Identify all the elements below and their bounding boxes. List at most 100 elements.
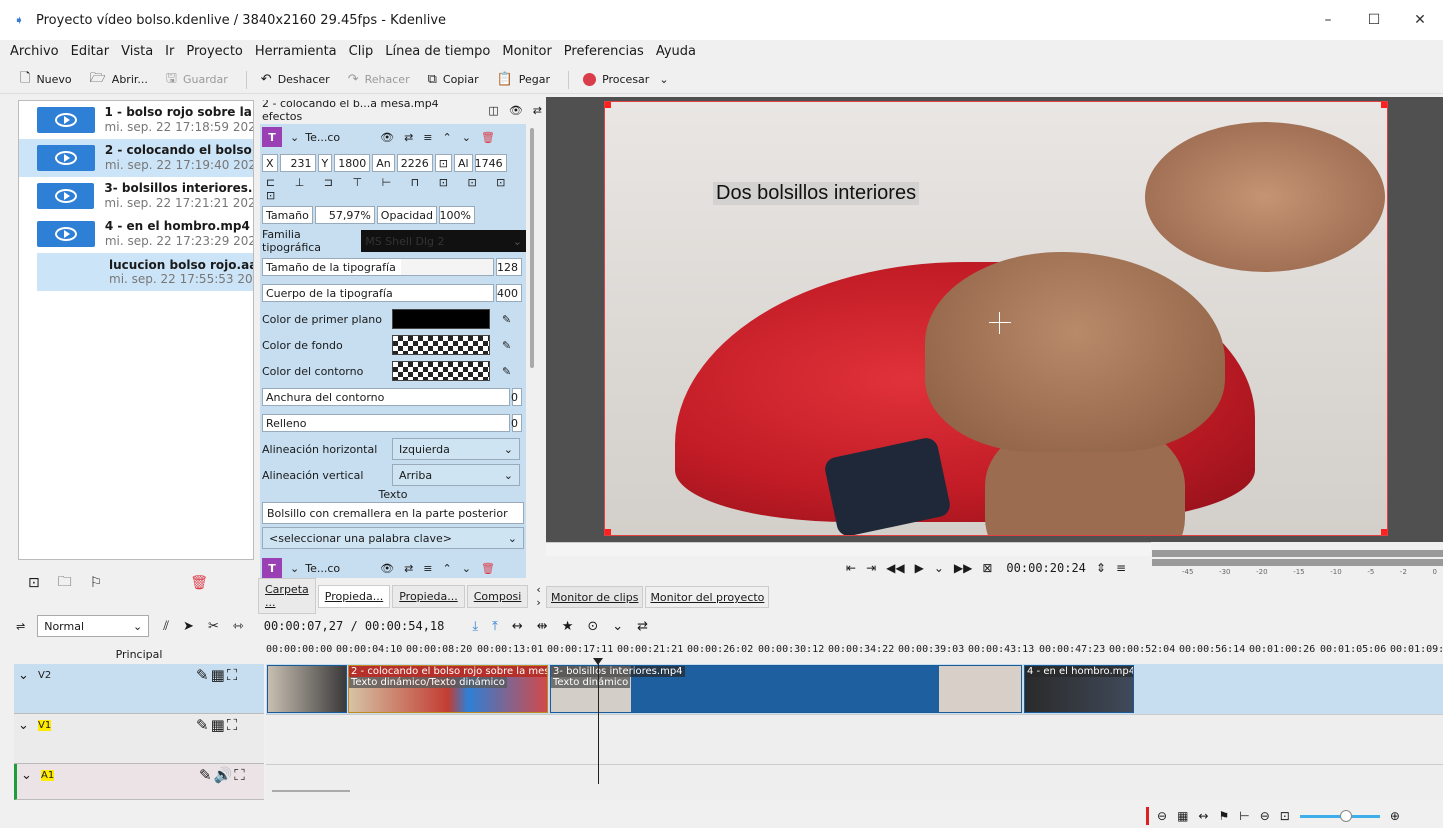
- menu-archivo[interactable]: Archivo: [10, 44, 59, 59]
- trash-icon[interactable]: 🗑: [481, 131, 495, 144]
- zone-out-icon[interactable]: ⇥: [866, 561, 876, 575]
- tab-clip-monitor[interactable]: Monitor de clips: [546, 586, 644, 608]
- save-button[interactable]: 🖫 Guardar: [166, 69, 228, 91]
- tab-propiedades-1[interactable]: Propieda...: [317, 584, 391, 608]
- insert-icon[interactable]: ⤓: [472, 619, 478, 634]
- resize-handle[interactable]: [1381, 529, 1387, 535]
- razor-tool-icon[interactable]: ✂: [208, 619, 219, 634]
- snap-icon[interactable]: ⊖: [1157, 809, 1167, 823]
- render-button[interactable]: Procesar ⌄: [583, 73, 669, 86]
- menu-clip[interactable]: Clip: [349, 44, 374, 59]
- menu-herramienta[interactable]: Herramienta: [255, 44, 337, 59]
- halign-select[interactable]: Izquierda ⌄: [392, 438, 520, 460]
- width-field[interactable]: 2226: [396, 154, 433, 172]
- track-header-v2[interactable]: ⌄ V2 ✎▦⛶: [14, 664, 264, 714]
- settings-icon[interactable]: ⇄: [533, 104, 542, 117]
- timeline-clip[interactable]: [267, 665, 347, 713]
- resize-handle[interactable]: [1381, 102, 1387, 108]
- resize-handle[interactable]: [605, 529, 611, 535]
- trash-icon[interactable]: 🗑: [481, 562, 495, 575]
- timeline-clip[interactable]: 3- bolsillos interiores.mp4 Texto dinámi…: [550, 665, 1022, 713]
- size-field[interactable]: 57,97%: [314, 206, 375, 224]
- menu-ir[interactable]: Ir: [165, 44, 174, 59]
- valign-select[interactable]: Arriba ⌄: [392, 464, 520, 486]
- undo-button[interactable]: ↶ Deshacer: [261, 72, 330, 87]
- trash-icon[interactable]: 🗑: [190, 575, 208, 591]
- menu-ayuda[interactable]: Ayuda: [656, 44, 696, 59]
- outline-width-field[interactable]: 0: [511, 388, 522, 406]
- spin-icon[interactable]: ⇕: [1096, 561, 1106, 575]
- font-family-select[interactable]: MS Shell Dlg 2 ⌄: [361, 230, 526, 252]
- edit-mode-select[interactable]: Normal ⌄: [37, 615, 150, 637]
- list-item[interactable]: 2 - colocando el bolso r mi. sep. 22 17:1…: [19, 139, 253, 177]
- y-field[interactable]: 1800: [334, 154, 371, 172]
- settings-icon[interactable]: ⇄: [404, 131, 413, 144]
- monitor-timecode[interactable]: 00:00:20:24: [1006, 561, 1085, 575]
- font-size-field[interactable]: 128: [496, 258, 522, 276]
- list-item[interactable]: 1 - bolso rojo sobre la n mi. sep. 22 17:…: [19, 101, 253, 139]
- menu-icon[interactable]: ≡: [423, 131, 432, 144]
- chevron-down-icon[interactable]: ⌄: [290, 562, 299, 575]
- add-clip-icon[interactable]: ⊡: [28, 575, 40, 591]
- eye-icon[interactable]: 👁: [380, 562, 394, 575]
- track-a1[interactable]: [266, 764, 1443, 800]
- zoom-in-icon[interactable]: ⊕: [1390, 809, 1400, 823]
- maximize-button[interactable]: ☐: [1351, 0, 1397, 40]
- list-item[interactable]: 4 - en el hombro.mp4 mi. sep. 22 17:23:29…: [19, 215, 253, 253]
- settings-icon[interactable]: ⇄: [404, 562, 413, 575]
- extract-icon[interactable]: ↔: [512, 619, 523, 634]
- menu-proyecto[interactable]: Proyecto: [186, 44, 243, 59]
- chevron-down-icon[interactable]: ⌄: [18, 718, 29, 733]
- tab-carpeta[interactable]: Carpeta ...: [258, 578, 316, 614]
- overwrite-icon[interactable]: ⤒: [492, 619, 498, 634]
- new-button[interactable]: 🗋 Nuevo: [20, 69, 72, 91]
- font-weight-label[interactable]: Cuerpo de la tipografía: [262, 284, 494, 302]
- timeline-clip[interactable]: 4 - en el hombro.mp4: [1024, 665, 1134, 713]
- compare-icon[interactable]: ◫: [488, 104, 498, 117]
- minimize-button[interactable]: –: [1305, 0, 1351, 40]
- tab-scroll-arrows[interactable]: ‹ ›: [530, 579, 546, 613]
- video-preview[interactable]: Dos bolsillos interiores: [604, 101, 1388, 536]
- track-tools-icon[interactable]: ✎▦⛶: [196, 716, 239, 734]
- height-field[interactable]: 1746: [474, 154, 507, 172]
- rewind-icon[interactable]: ◀◀: [886, 561, 904, 575]
- list-item[interactable]: 3- bolsillos interiores.m mi. sep. 22 17:…: [19, 177, 253, 215]
- ripple-icon[interactable]: ⊢: [1239, 809, 1249, 823]
- color-picker-icon[interactable]: ✎: [502, 313, 511, 326]
- close-button[interactable]: ✕: [1397, 0, 1443, 40]
- timeline-clip[interactable]: 2 - colocando el bolso rojo sobre la mes…: [348, 665, 548, 713]
- x-field[interactable]: 231: [279, 154, 316, 172]
- down-icon[interactable]: ⌄: [462, 562, 471, 575]
- track-v2[interactable]: 2 - colocando el bolso rojo sobre la mes…: [266, 664, 1443, 714]
- fit-icon[interactable]: ↔: [1198, 809, 1208, 823]
- effects-scrollbar[interactable]: [530, 128, 534, 368]
- menu-preferencias[interactable]: Preferencias: [564, 44, 644, 59]
- chevron-down-icon[interactable]: ⌄: [290, 131, 299, 144]
- track-tools-icon[interactable]: ✎▦⛶: [196, 666, 239, 684]
- add-folder-icon[interactable]: 🗀: [58, 571, 72, 595]
- timeline-settings-icon[interactable]: ⇌: [16, 620, 25, 633]
- zoom-fit-icon[interactable]: ⊡: [1280, 809, 1290, 823]
- overlay-icon[interactable]: ⊠: [982, 561, 992, 575]
- tag-icon[interactable]: ⚐: [90, 575, 103, 591]
- track-header-v1[interactable]: ⌄ V1 ✎▦⛶: [14, 714, 264, 764]
- menu-icon[interactable]: ≡: [423, 562, 432, 575]
- menu-linea-de-tiempo[interactable]: Línea de tiempo: [385, 44, 490, 59]
- marker-icon[interactable]: ⚑: [1218, 809, 1229, 823]
- align-icon[interactable]: ⊏ ⊥ ⊐ ⊤ ⊢ ⊓ ⊡ ⊡ ⊡ ⊡: [266, 176, 526, 202]
- padding-field[interactable]: 0: [511, 414, 522, 432]
- outline-color-swatch[interactable]: [392, 361, 490, 381]
- timeline-scrollbar[interactable]: [272, 790, 350, 792]
- text-input[interactable]: Bolsillo con cremallera en la parte post…: [262, 502, 524, 524]
- timeline-ruler[interactable]: 00:00:00:00 00:00:04:10 00:00:08:20 00:0…: [266, 642, 1443, 664]
- down-icon[interactable]: ⌄: [462, 131, 471, 144]
- overlay-text[interactable]: Dos bolsillos interiores: [713, 182, 920, 205]
- bg-color-swatch[interactable]: [392, 335, 490, 355]
- track-tools-icon[interactable]: ✎🔊⛶: [199, 766, 247, 784]
- redo-button[interactable]: ↷ Rehacer: [348, 72, 410, 87]
- font-size-label[interactable]: Tamaño de la tipografía: [262, 258, 494, 276]
- up-icon[interactable]: ⌃: [443, 131, 452, 144]
- menu-editar[interactable]: Editar: [71, 44, 110, 59]
- resize-handle[interactable]: [605, 102, 611, 108]
- select-tool-icon[interactable]: ➤: [183, 619, 194, 634]
